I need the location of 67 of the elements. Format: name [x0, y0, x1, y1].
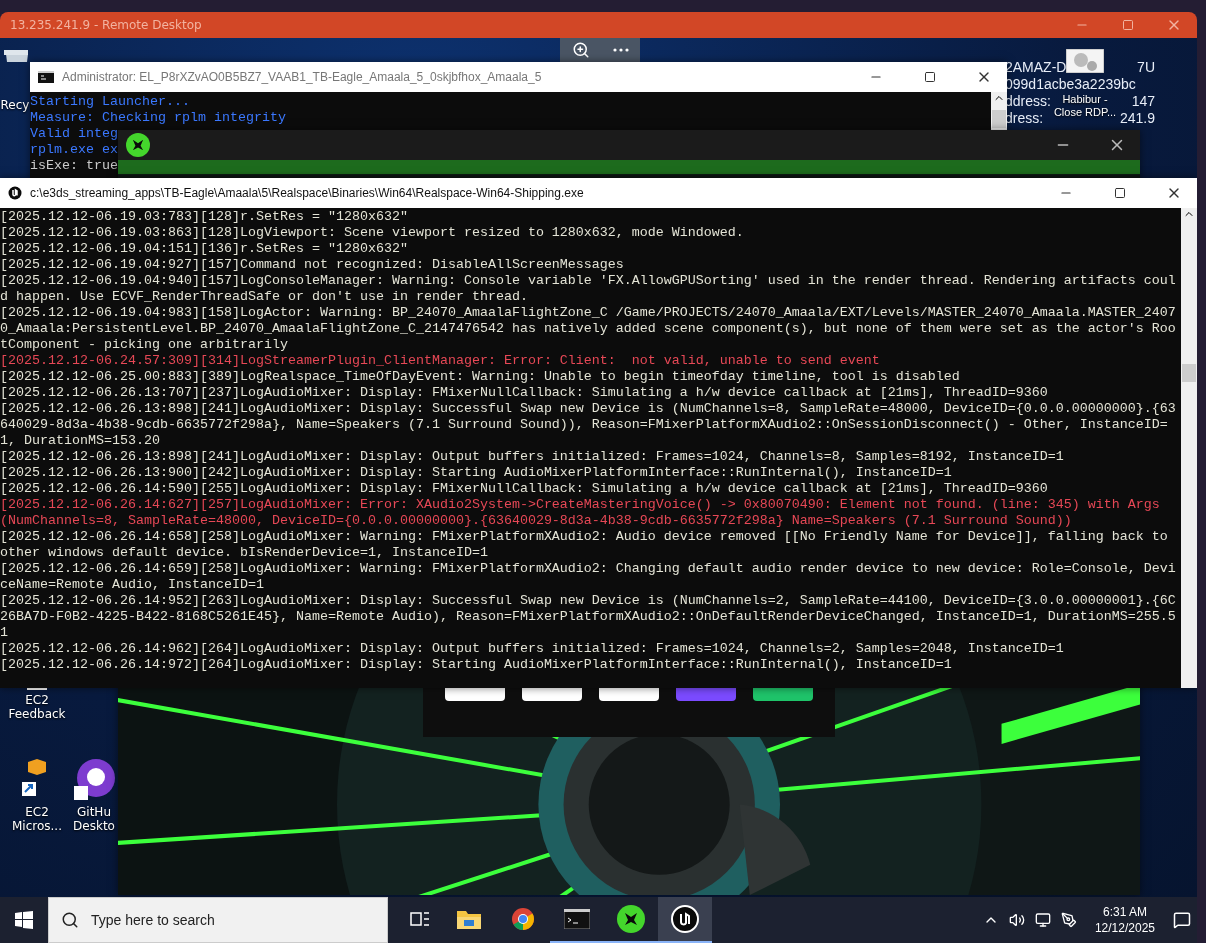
desktop-icon-label[interactable]: Habibur - Close RDP...	[1053, 93, 1117, 119]
log-line: [2025.12.12-06.19.03:863][128]LogViewport: Scene viewport resized to 1280x632, mode Windowed.	[0, 225, 745, 241]
system-info-text: 241.9	[1119, 110, 1155, 127]
log-line: [2025.12.12-06.26.14:962][264]LogAudioMixer: Display: Output buffers initialized: Frames=1024, Channels=2, Samples=2048, InstanceID=1	[0, 641, 1065, 657]
zoom-icon[interactable]	[571, 41, 590, 59]
pen-icon[interactable]	[1060, 912, 1077, 928]
network-icon[interactable]	[1034, 912, 1051, 928]
log-line: [2025.12.12-06.25.00:883][389]LogRealspace_TimeOfDayEvent: Warning: Unable to begin timeofday timeline, tool is disabled	[0, 369, 961, 385]
folder-icon[interactable]	[457, 909, 481, 929]
log-line: [2025.12.12-06.26.13:900][242]LogAudioMixer: Display: Starting AudioMixerPlatformInterface::RunInternal(), InstanceID=1	[0, 465, 953, 481]
search-icon	[61, 911, 79, 929]
desktop-icon-label[interactable]: Recy	[0, 98, 30, 112]
log-line: [2025.12.12-06.26.14:590][255]LogAudioMixer: Display: FMixerNullCallback: Simulating a h/w device callback at [21ms], ThreadID=9360	[0, 481, 1049, 497]
system-info-text: 2AMAZ-D	[1005, 59, 1067, 76]
log-line: [2025.12.12-06.24.57:309][314]LogStreamerPlugin_ClientManager: Error: Client: not valid, unable to send event	[0, 353, 881, 369]
taskbar-app[interactable]	[658, 897, 712, 943]
desktop-icon-label[interactable]: EC2 Feedback	[7, 693, 67, 721]
unreal-logo-icon	[8, 186, 22, 200]
console-line: Valid integ	[30, 126, 118, 142]
search-field[interactable]: Type here to search	[48, 897, 388, 943]
desktop-icon-label[interactable]: GitHu Deskto	[72, 805, 116, 833]
chrome-icon[interactable]	[511, 907, 535, 931]
scroll-thumb[interactable]	[1182, 364, 1196, 382]
system-info-text: 7U	[1137, 59, 1155, 76]
console-icon	[38, 71, 54, 83]
console-line: Measure: Checking rplm integrity	[30, 110, 286, 126]
log-line: [2025.12.12-06.26.13:707][237]LogAudioMixer: Display: FMixerNullCallback: Simulating a h/w device callback at [21ms], ThreadID=9360	[0, 385, 1049, 401]
system-info-text: ddress:	[1005, 93, 1051, 110]
console-line: isExe: true	[30, 158, 118, 174]
gears-icon	[1066, 49, 1104, 73]
maximize-icon[interactable]	[1114, 187, 1126, 199]
clock[interactable]: 6:31 AM 12/12/2025	[1086, 904, 1163, 936]
system-info-text: 099d1acbe3a2239bc	[1005, 76, 1136, 93]
task-view-icon[interactable]	[410, 910, 430, 928]
windows-logo-icon	[15, 911, 33, 929]
log-line: [2025.12.12-06.26.14:972][264]LogAudioMixer: Display: Starting AudioMixerPlatformInterface::RunInternal(), InstanceID=1	[0, 657, 953, 673]
console-line: Starting Launcher...	[30, 94, 190, 110]
log-line: [2025.12.12-06.26.13:898][241]LogAudioMixer: Display: Output buffers initialized: Frames=1024, Channels=8, Samples=8192, InstanceID=1	[0, 449, 1065, 465]
more-icon[interactable]	[612, 48, 629, 52]
log-line: [2025.12.12-06.26.14:627][257]LogAudioMixer: Error: XAudio2System->CreateMasteringVoice() -> 0x80070490: Element not found. (line: 345) with Args (NumChannels=8, SampleRate=48000, DeviceID={0.0.0.00000000}.{63640029-8d3a-4b38-9cdb-6635772f298a} Name=Speakers (7.1 Surround Sound))	[0, 497, 1161, 529]
log-line: [2025.12.12-06.26.14:658][258]LogAudioMixer: Warning: FMixerPlatformXAudio2: Audio device removed [[No Friendly Name for Device]], falling back to other windows default device. bIsRenderDevice=1, InstanceID=1	[0, 529, 1169, 561]
snake-logo-icon	[126, 133, 150, 157]
log-line: [2025.12.12-06.26.14:952][263]LogAudioMixer: Display: Successful Swap new Device is (NumChannels=2, SampleRate=44100, DeviceID={3.0.0.00000001}.{6C26BA7D-F0B2-4225-B422-8168C5261E45}, Name=Remote Audio), Reason=FMixerPlatformXAudio2::OnDefaultRenderDeviceChanged, InstanceID=1, DurationMS=255.51	[0, 593, 1176, 641]
volume-icon[interactable]	[1008, 912, 1025, 928]
terminal-icon[interactable]	[564, 909, 590, 929]
notifications-icon[interactable]	[1173, 911, 1191, 929]
desktop-icon-label[interactable]: EC2 Micros...	[7, 805, 67, 833]
log-line: [2025.12.12-06.26.13:898][241]LogAudioMixer: Display: Successful Swap new Device is (NumChannels=8, SampleRate=48000, DeviceID={0.0.0.00000000}.{63640029-8d3a-4b38-9cdb-6635772f298a}, Name=Speakers (7.1 Surround Sound)), Reason=FMixerPlatformXAudio2::OnSessionDisconnect() - Other, InstanceID=1, DurationMS=153.20	[0, 401, 1176, 449]
maximize-icon[interactable]	[924, 71, 936, 83]
window-title: Administrator: EL_P8rXZvAO0B5BZ7_VAAB1_TB-Eagle_Amaala_5_0skjbfhox_Amaala_5	[62, 70, 543, 84]
log-line: [2025.12.12-06.19.04:983][158]LogActor: Warning: BP_24070_AmaalaFlightZone_C /Game/PROJECTS/24070_Amaala/EXT/Levels/MASTER_24070_Amaala.MASTER_24070_Amaala:PersistentLevel.BP_24070_AmaalaFlightZone_C_2147476542 has natively added scene component(s), but none of them were set as the actor's RootComponent - picking one arbitrarily	[0, 305, 1176, 353]
log-line: [2025.12.12-06.19.04:940][157]LogConsoleManager: Warning: Console variable 'FX.AllowGPUSorting' used in the render thread. Rendering artifacts could happen. Use ECVF_RenderThreadSafe or don't use in render thread.	[0, 273, 1176, 305]
log-line: [2025.12.12-06.26.14:659][258]LogAudioMixer: Warning: FMixerPlatformXAudio2: Changing default audio render device to new device: Role=Console, DeviceName=Remote Audio, InstanceID=1	[0, 561, 1176, 593]
system-info-text: 147	[1131, 93, 1155, 110]
recycle-bin-icon	[2, 48, 28, 62]
unreal-logo-icon[interactable]	[671, 905, 699, 933]
log-line: [2025.12.12-06.19.03:783][128]r.SetRes = "1280x632"	[0, 209, 409, 225]
scrollbar[interactable]	[991, 92, 1007, 130]
github-cat-icon	[72, 758, 116, 802]
scroll-thumb[interactable]	[992, 110, 1006, 128]
console-line: rplm.exe ex	[30, 142, 118, 158]
window-title: 13.235.241.9 - Remote Desktop	[10, 18, 203, 32]
window-title: c:\e3ds_streaming_apps\TB-Eagle\Amaala\5\Realspace\Binaries\Win64\Realspace-Win64-Shipping.exe	[30, 186, 585, 200]
log-line: [2025.12.12-06.19.04:151][136]r.SetRes = "1280x632"	[0, 241, 409, 257]
scrollbar[interactable]	[1181, 208, 1197, 688]
log-line: [2025.12.12-06.19.04:927][157]Command not recognized: DisableAllScreenMessages	[0, 257, 625, 273]
snake-logo-icon[interactable]	[617, 905, 645, 933]
